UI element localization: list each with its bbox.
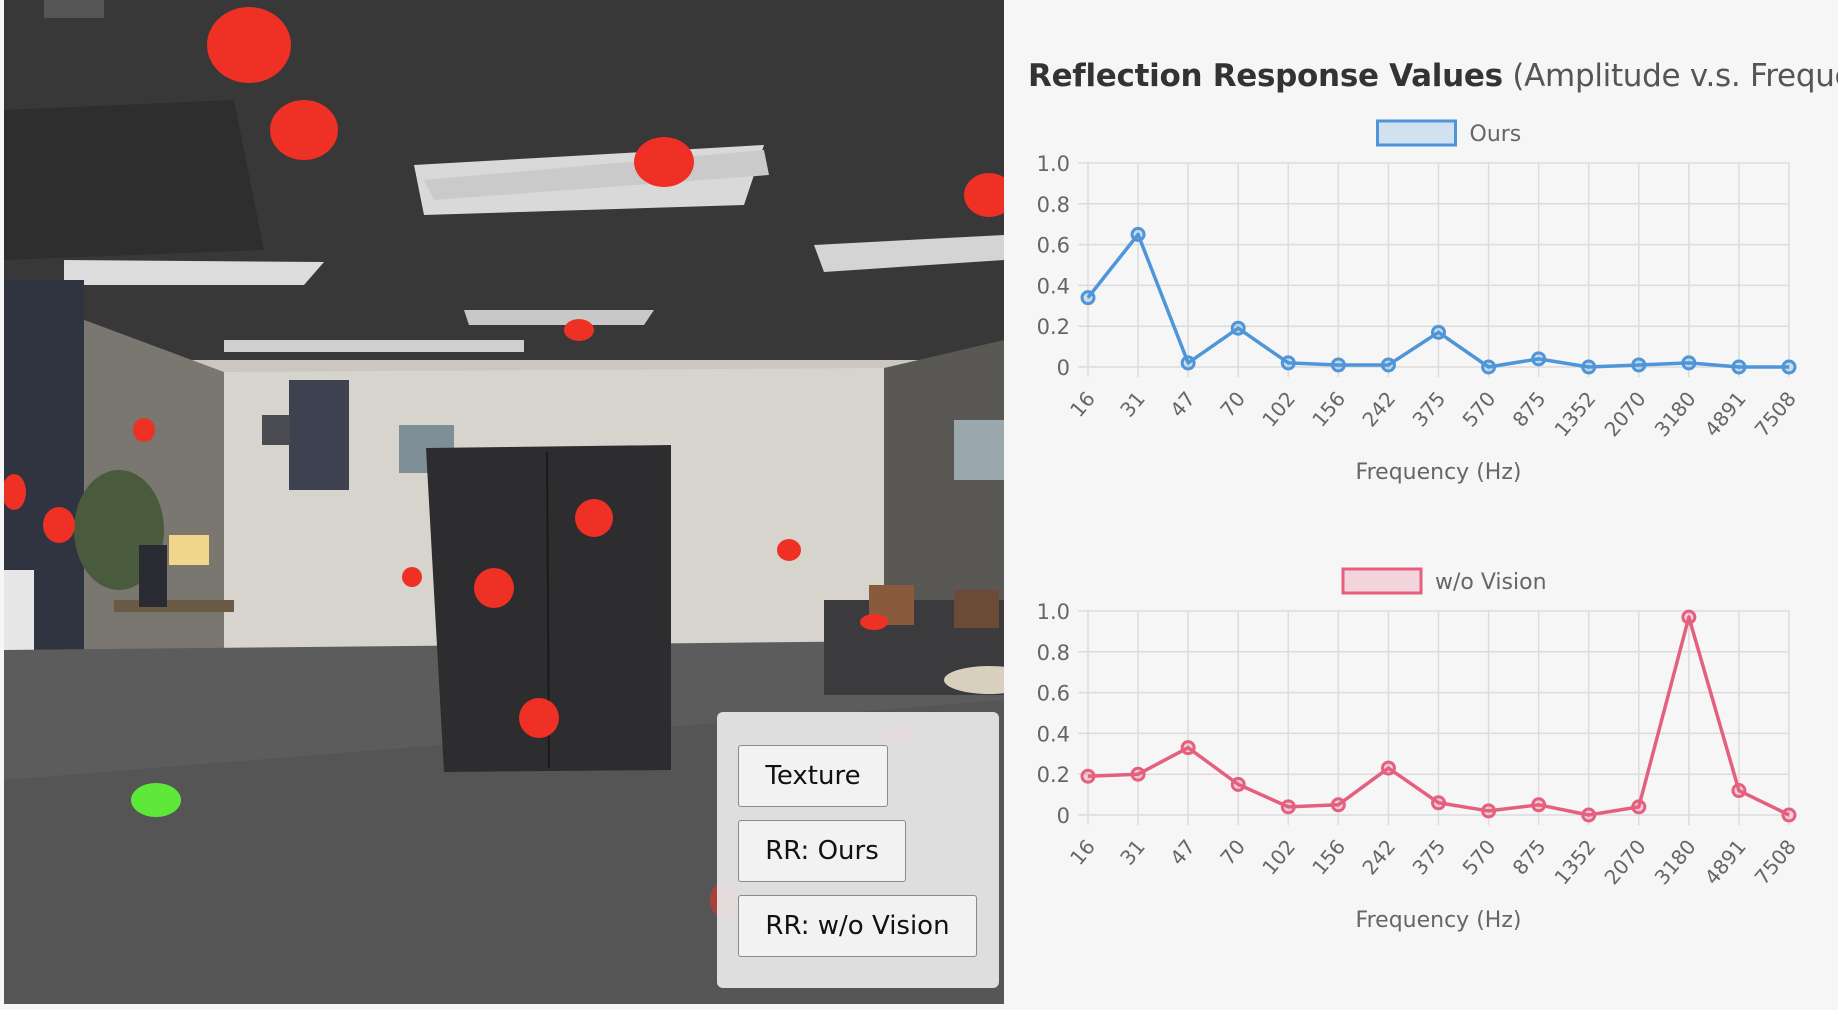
panel-title: Reflection Response Values (Amplitude v.… (1028, 58, 1838, 94)
x-tick-label: 2070 (1600, 835, 1651, 889)
data-point[interactable] (1681, 609, 1697, 625)
data-point[interactable] (1180, 355, 1196, 371)
data-point[interactable] (1280, 799, 1296, 815)
x-tick-label: 3180 (1650, 387, 1701, 441)
legend[interactable]: Ours (1376, 119, 1522, 147)
x-tick-label: 31 (1115, 835, 1150, 870)
chart-ours: Ours 1.0 0.8 0.6 0.4 0.2 0 16 31 47 70 102 156 242 375… (1037, 119, 1801, 485)
data-point[interactable] (1481, 359, 1497, 375)
x-tick-label: 47 (1165, 835, 1200, 870)
x-tick-label: 31 (1115, 387, 1150, 422)
x-tick-label: 375 (1407, 835, 1450, 880)
x-axis-label: Frequency (Hz) (1356, 460, 1522, 485)
x-tick-label: 570 (1457, 835, 1500, 880)
data-point[interactable] (1731, 783, 1747, 799)
legend-label[interactable]: w/o Vision (1435, 570, 1547, 595)
x-tick-label: 16 (1065, 387, 1100, 422)
legend-swatch[interactable] (1341, 567, 1423, 595)
y-tick-label: 1.0 (1037, 600, 1070, 624)
rr-wo-vision-button[interactable]: RR: w/o Vision (738, 895, 977, 957)
x-tick-label: 47 (1165, 387, 1200, 422)
x-tick-label: 1352 (1549, 387, 1600, 441)
legend[interactable]: w/o Vision (1341, 567, 1547, 595)
x-tick-label: 875 (1508, 387, 1551, 432)
x-tick-label: 7508 (1750, 387, 1801, 441)
y-tick-label: 0 (1057, 356, 1070, 380)
data-point[interactable] (1230, 776, 1246, 792)
data-point[interactable] (1531, 797, 1547, 813)
data-point[interactable] (1681, 355, 1697, 371)
x-tick-label: 7508 (1750, 835, 1801, 889)
data-point[interactable] (1631, 799, 1647, 815)
x-tick-label: 375 (1407, 387, 1450, 432)
x-tick-label: 3180 (1650, 835, 1701, 889)
texture-button[interactable]: Texture (738, 745, 888, 807)
data-point[interactable] (1080, 290, 1096, 306)
y-tick-label: 0.4 (1037, 722, 1070, 746)
data-point[interactable] (1581, 807, 1597, 823)
data-point[interactable] (1230, 320, 1246, 336)
x-tick-label: 875 (1508, 835, 1551, 880)
x-tick-label: 70 (1215, 835, 1250, 870)
chart-wo-vision: w/o Vision 1.0 0.8 0.6 0.4 0.2 0 16 31 47 70 102 156… (1037, 567, 1801, 933)
data-point[interactable] (1130, 226, 1146, 242)
data-point[interactable] (1781, 807, 1797, 823)
data-point[interactable] (1531, 351, 1547, 367)
data-point[interactable] (1631, 357, 1647, 373)
data-point[interactable] (1731, 359, 1747, 375)
y-tick-label: 1.0 (1037, 152, 1070, 176)
y-tick-label: 0.6 (1037, 682, 1070, 706)
data-point[interactable] (1330, 797, 1346, 813)
data-point[interactable] (1581, 359, 1597, 375)
x-tick-label: 4891 (1700, 835, 1751, 889)
data-point[interactable] (1080, 768, 1096, 784)
x-tick-label: 156 (1307, 387, 1350, 432)
legend-swatch[interactable] (1376, 119, 1457, 147)
data-point[interactable] (1431, 324, 1446, 340)
x-tick-label: 2070 (1600, 387, 1651, 441)
render-mode-panel: Texture RR: Ours RR: w/o Vision (717, 712, 999, 988)
x-tick-label: 70 (1215, 387, 1250, 422)
y-tick-label: 0.2 (1037, 763, 1070, 787)
data-point[interactable] (1380, 760, 1396, 776)
y-tick-label: 0.8 (1037, 193, 1070, 217)
x-tick-label: 1352 (1549, 835, 1600, 889)
legend-label[interactable]: Ours (1470, 122, 1522, 147)
data-point[interactable] (1330, 357, 1346, 373)
data-point[interactable] (1380, 357, 1396, 373)
data-point[interactable] (1280, 355, 1296, 371)
rr-ours-button[interactable]: RR: Ours (738, 820, 906, 882)
panel-title-main: Reflection Response Values (1028, 58, 1503, 94)
data-point[interactable] (1481, 803, 1497, 819)
data-point[interactable] (1431, 795, 1446, 811)
x-axis-label: Frequency (Hz) (1356, 908, 1522, 933)
data-point[interactable] (1130, 766, 1146, 782)
panel-title-sub: (Amplitude v.s. Frequency) (1512, 58, 1838, 94)
x-tick-label: 102 (1257, 835, 1300, 880)
data-point[interactable] (1781, 359, 1797, 375)
x-tick-label: 242 (1357, 835, 1400, 880)
chart-panel: Reflection Response Values (Amplitude v.… (1004, 0, 1838, 1010)
x-tick-label: 4891 (1700, 387, 1751, 441)
y-tick-label: 0.2 (1037, 315, 1070, 339)
y-tick-label: 0 (1057, 804, 1070, 828)
x-tick-label: 242 (1357, 387, 1400, 432)
scene-viewer[interactable]: Texture RR: Ours RR: w/o Vision (4, 0, 1004, 1004)
y-tick-label: 0.4 (1037, 274, 1070, 298)
x-tick-label: 156 (1307, 835, 1350, 880)
y-tick-label: 0.8 (1037, 641, 1070, 665)
x-tick-label: 16 (1065, 835, 1100, 870)
y-tick-label: 0.6 (1037, 234, 1070, 258)
x-tick-label: 102 (1257, 387, 1300, 432)
x-tick-label: 570 (1457, 387, 1500, 432)
data-point[interactable] (1180, 740, 1196, 756)
